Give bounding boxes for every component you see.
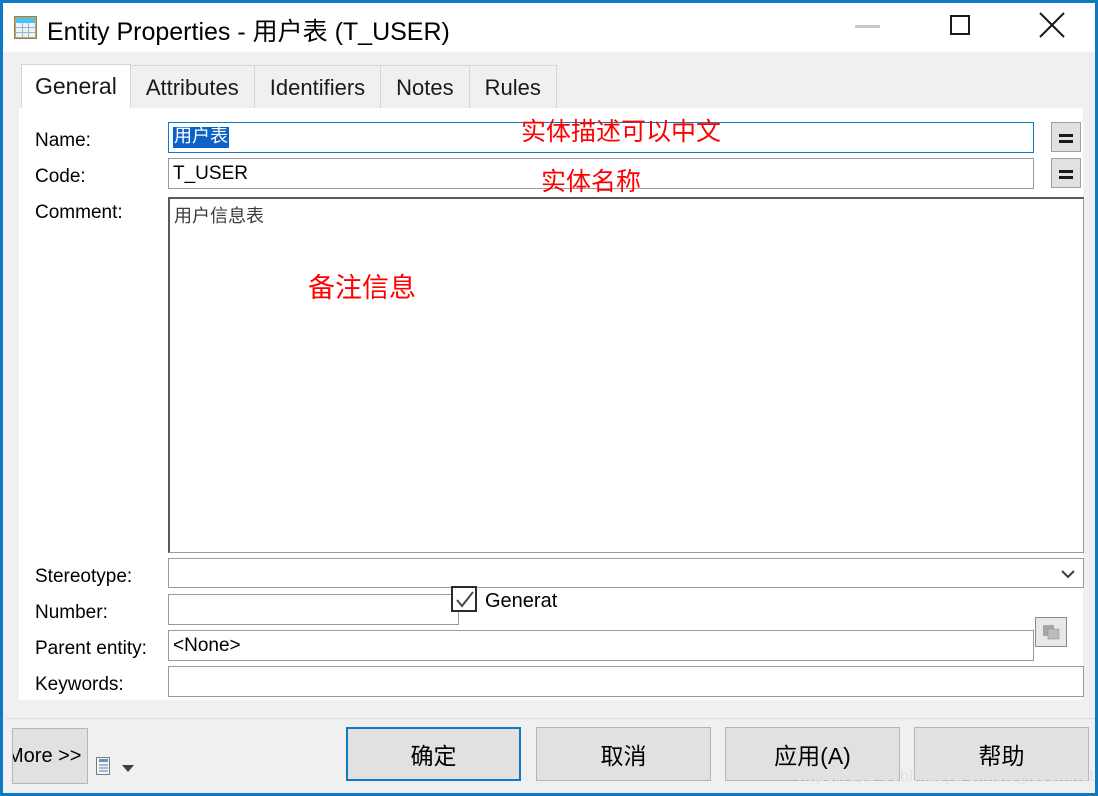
parent-entity-input[interactable]: <None> (168, 630, 1034, 661)
tab-notes[interactable]: Notes (380, 65, 470, 109)
number-input[interactable] (168, 594, 459, 625)
generate-checkbox[interactable] (451, 586, 477, 612)
name-label: Name: (35, 130, 91, 151)
equals-icon (1059, 176, 1073, 179)
caret-down-icon[interactable] (122, 765, 134, 772)
more-button-label: More >> (12, 744, 82, 767)
stereotype-select[interactable] (168, 558, 1084, 588)
close-button[interactable] (1021, 3, 1083, 49)
tab-identifiers[interactable]: Identifiers (253, 65, 382, 109)
equals-icon (1059, 134, 1073, 137)
keywords-label: Keywords: (35, 674, 124, 695)
tab-label: Rules (484, 74, 541, 100)
more-button[interactable]: More >> (12, 728, 88, 784)
tab-label: Identifiers (269, 74, 366, 100)
watermark: https://dpb-bobbkaoya-sm.blog.csdn.net (798, 768, 1095, 785)
comment-label: Comment: (35, 202, 123, 223)
number-label: Number: (35, 602, 108, 623)
annotation-code: 实体名称 (541, 167, 642, 196)
name-input-value: 用户表 (173, 126, 229, 148)
tab-rules[interactable]: Rules (468, 65, 557, 109)
tab-row: General Attributes Identifiers Notes Rul… (21, 64, 557, 109)
tab-label: General (35, 73, 117, 99)
cancel-button-label: 取消 (600, 743, 647, 769)
code-editor-button[interactable] (1051, 158, 1081, 188)
apply-button-label: 应用(A) (774, 743, 851, 769)
ok-button[interactable]: 确定 (346, 727, 521, 781)
help-button-label: 帮助 (978, 743, 1025, 769)
annotation-name: 实体描述可以中文 (521, 117, 722, 146)
tab-label: Attributes (145, 74, 239, 100)
equals-icon (1059, 170, 1073, 173)
cancel-button[interactable]: 取消 (536, 727, 711, 781)
tab-attributes[interactable]: Attributes (129, 65, 255, 109)
tab-general[interactable]: General (21, 64, 131, 109)
comment-textarea-value: 用户信息表 (174, 206, 264, 227)
comment-textarea[interactable]: 用户信息表 (168, 197, 1084, 553)
keywords-input[interactable] (168, 666, 1084, 697)
chevron-down-icon (1061, 570, 1075, 579)
entity-properties-dialog: Entity Properties - 用户表 (T_USER) General… (0, 0, 1098, 796)
minimize-icon (855, 25, 880, 28)
code-input-value: T_USER (173, 162, 248, 184)
annotation-comment: 备注信息 (308, 273, 416, 304)
table-icon (14, 16, 37, 39)
tab-strip: General Attributes Identifiers Notes Rul… (6, 52, 1092, 109)
checkmark-icon (456, 591, 474, 608)
minimize-button[interactable] (836, 3, 898, 49)
equals-icon (1059, 140, 1073, 143)
generate-checkbox-label: Generat (485, 590, 558, 612)
title-bar: Entity Properties - 用户表 (T_USER) (3, 0, 1095, 52)
window-title: Entity Properties - 用户表 (T_USER) (47, 18, 450, 46)
select-object-icon (1043, 625, 1060, 640)
report-icon[interactable] (96, 757, 113, 776)
parent-entity-value: <None> (173, 634, 241, 656)
name-editor-button[interactable] (1051, 122, 1081, 152)
parent-entity-label: Parent entity: (35, 638, 147, 659)
tab-label: Notes (396, 74, 454, 100)
stereotype-label: Stereotype: (35, 566, 133, 587)
maximize-button[interactable] (928, 3, 990, 49)
code-label: Code: (35, 166, 86, 187)
ok-button-label: 确定 (410, 743, 457, 769)
parent-entity-select-button[interactable] (1035, 617, 1067, 647)
close-icon (1039, 12, 1065, 38)
maximize-icon (950, 15, 970, 35)
